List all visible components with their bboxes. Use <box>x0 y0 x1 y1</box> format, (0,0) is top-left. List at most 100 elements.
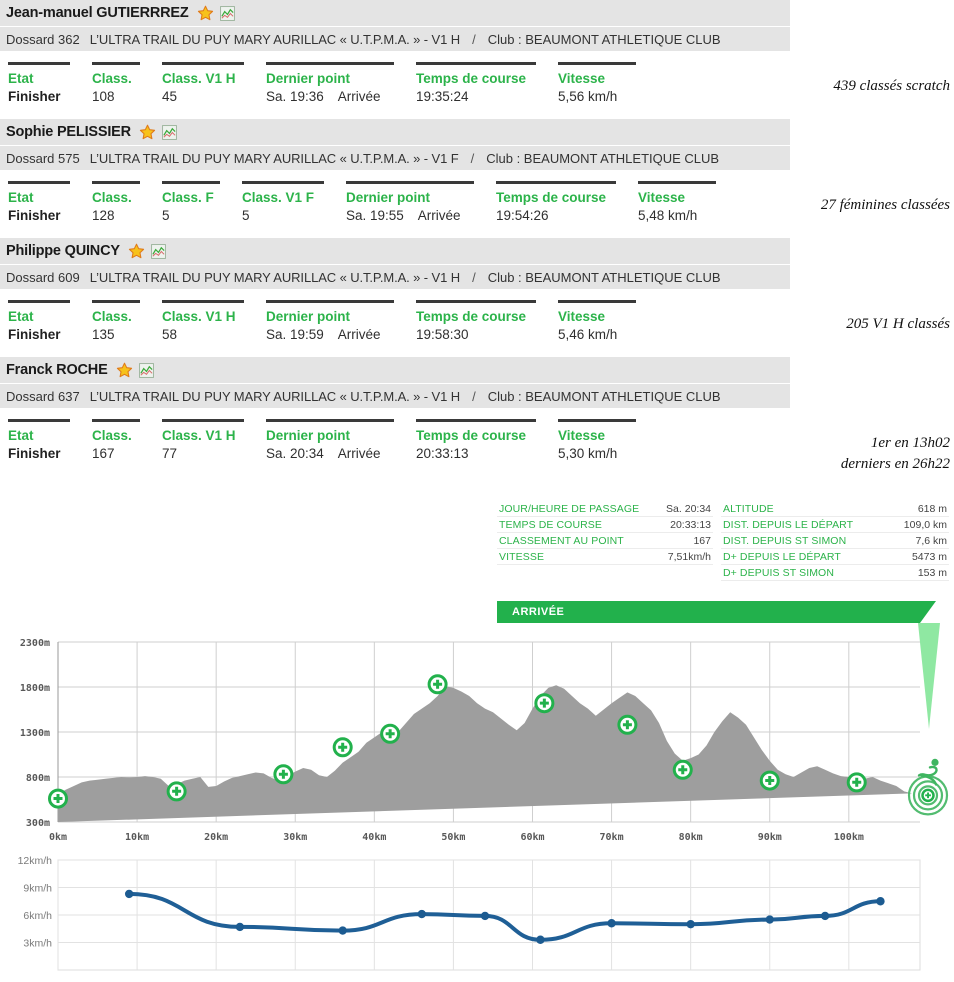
column-value: 19:58:30 <box>416 325 536 345</box>
column-header: Vitesse <box>638 190 686 205</box>
speed-ytick-label: 12km/h <box>18 855 53 867</box>
chart-icon[interactable] <box>138 362 154 378</box>
elev-ytick-label: 1300m <box>20 728 50 739</box>
column-value: 19:54:26 <box>496 206 616 226</box>
column-value: Sa. 19:36 Arrivée <box>266 87 394 107</box>
result-columns: Etat Finisher Class. 135 Class. V1 H 58 Dernie… <box>0 289 954 345</box>
speed-data-point[interactable] <box>338 926 347 935</box>
runner-name-row: Sophie PELISSIER <box>0 119 790 145</box>
star-icon[interactable] <box>197 5 214 22</box>
runner-event-row: Dossard 637 L’ULTRA TRAIL DU PUY MARY AUR… <box>0 383 790 408</box>
elev-xtick-label: 30km <box>283 832 307 840</box>
elev-xtick-label: 50km <box>441 832 465 840</box>
elev-xtick-label: 60km <box>520 832 544 840</box>
detail-label: JOUR/HEURE DE PASSAGE <box>499 503 640 515</box>
result-column: Dernier point Sa. 19:59 Arrivée <box>266 300 394 345</box>
speed-data-point[interactable] <box>765 915 774 924</box>
column-value: Sa. 20:34 Arrivée <box>266 444 394 464</box>
speed-data-point[interactable] <box>820 911 830 921</box>
column-header: Class. <box>92 190 132 205</box>
chart-icon[interactable] <box>150 243 166 259</box>
waypoint-marker[interactable] <box>273 764 294 785</box>
star-icon[interactable] <box>116 362 133 379</box>
runner-name-row: Jean-manuel GUTIERRREZ <box>0 0 790 26</box>
column-header: Etat <box>8 71 34 86</box>
column-header: Etat <box>8 309 34 324</box>
column-header: Vitesse <box>558 428 606 443</box>
column-value-primary: 108 <box>92 89 115 104</box>
runner-target-icon[interactable] <box>907 758 949 816</box>
column-value-primary: Sa. 19:55 <box>346 208 404 223</box>
detail-label: DIST. DEPUIS ST SIMON <box>723 535 847 547</box>
chart-icon[interactable] <box>162 124 177 140</box>
detail-column-right: ALTITUDE 618 m DIST. DEPUIS LE DÉPART 109,0… <box>721 501 949 581</box>
bib-number: Dossard 362 <box>6 31 80 47</box>
elev-xtick-label: 100km <box>834 832 864 840</box>
column-header: Class. <box>92 71 132 86</box>
runner-annotation: 205 V1 H classés <box>846 316 950 332</box>
result-column: Class. V1 H 77 <box>162 419 244 464</box>
waypoint-marker[interactable] <box>48 788 68 809</box>
column-header: Dernier point <box>266 309 351 324</box>
column-header: Class. V1 H <box>162 71 236 86</box>
waypoint-marker[interactable] <box>759 770 780 791</box>
column-header: Class. V1 H <box>162 428 236 443</box>
waypoint-marker[interactable] <box>534 693 555 714</box>
waypoint-marker[interactable] <box>427 674 448 695</box>
column-value-primary: 45 <box>162 89 178 104</box>
event-name: L’ULTRA TRAIL DU PUY MARY AURILLAC « U.T… <box>89 269 461 285</box>
result-columns: Etat Finisher Class. 108 Class. V1 H 45 Dernie… <box>0 51 954 107</box>
elevation-profile-chart[interactable]: 300m 800m 1300m 1800m 2300m 0km 10km 20km 30km 40… <box>0 630 954 840</box>
column-value-primary: Finisher <box>8 446 61 461</box>
detail-row: VITESSE 7,51km/h <box>497 549 713 565</box>
separator: / <box>472 388 476 404</box>
runner-event-row: Dossard 575 L’ULTRA TRAIL DU PUY MARY AUR… <box>0 145 790 170</box>
speed-chart[interactable]: 3km/h 6km/h 9km/h 12km/h <box>0 852 954 980</box>
runner-name-row: Philippe QUINCY <box>0 238 790 264</box>
waypoint-marker[interactable] <box>617 714 638 735</box>
runner-event-row: Dossard 362 L’ULTRA TRAIL DU PUY MARY AUR… <box>0 26 790 51</box>
bib-number: Dossard 575 <box>6 150 80 166</box>
column-value-primary: Sa. 19:59 <box>266 327 324 342</box>
column-header: Class. F <box>162 190 214 205</box>
star-icon[interactable] <box>139 124 156 141</box>
runner-event-row: Dossard 609 L’ULTRA TRAIL DU PUY MARY AUR… <box>0 264 790 289</box>
column-value: Finisher <box>8 206 70 226</box>
result-column: Etat Finisher <box>8 62 70 107</box>
column-value-primary: 19:58:30 <box>416 327 469 342</box>
column-value: 128 <box>92 206 140 226</box>
column-value-secondary: Arrivée <box>337 446 381 461</box>
speed-data-point[interactable] <box>480 911 490 921</box>
column-value: 5 <box>242 206 324 226</box>
arrivee-banner-tip <box>920 601 936 623</box>
club-name: Club : BEAUMONT ATHLETIQUE CLUB <box>487 31 721 47</box>
waypoint-marker[interactable] <box>332 737 353 758</box>
result-column: Dernier point Sa. 20:34 Arrivée <box>266 419 394 464</box>
speed-data-point[interactable] <box>607 919 616 928</box>
column-value: Finisher <box>8 87 70 107</box>
speed-data-point[interactable] <box>417 909 426 919</box>
column-value-secondary: Arrivée <box>337 327 381 342</box>
waypoint-marker[interactable] <box>672 759 693 780</box>
speed-data-point[interactable] <box>876 897 885 906</box>
arrivee-banner: ARRIVÉE <box>497 601 950 729</box>
column-value: Finisher <box>8 325 70 345</box>
elevation-area <box>58 685 913 822</box>
column-value: Sa. 19:59 Arrivée <box>266 325 394 345</box>
column-value-primary: Finisher <box>8 89 61 104</box>
column-value-primary: Sa. 20:34 <box>266 446 324 461</box>
elev-xtick-label: 0km <box>49 832 67 840</box>
result-column: Temps de course 19:54:26 <box>496 181 616 226</box>
speed-data-point[interactable] <box>686 919 695 929</box>
detail-row: ALTITUDE 618 m <box>721 501 949 517</box>
waypoint-marker[interactable] <box>166 781 187 802</box>
star-icon[interactable] <box>128 243 145 260</box>
speed-data-point[interactable] <box>536 935 545 944</box>
detail-value: Sa. 20:34 <box>666 503 711 515</box>
waypoint-marker[interactable] <box>380 723 401 744</box>
runner-block: Philippe QUINCY Dossard 609 L’ULTRA TRAIL … <box>0 238 954 345</box>
speed-data-point[interactable] <box>124 889 134 899</box>
waypoint-marker[interactable] <box>846 772 867 793</box>
speed-data-point[interactable] <box>235 922 245 932</box>
chart-icon[interactable] <box>219 5 235 21</box>
